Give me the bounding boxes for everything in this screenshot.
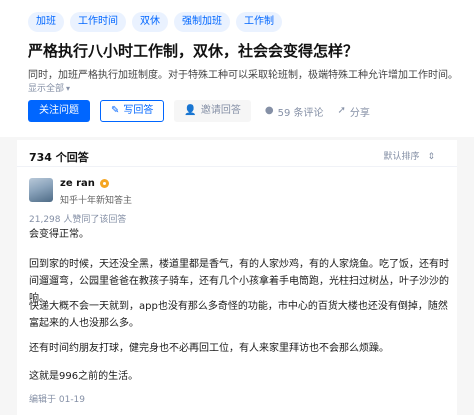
chevron-down-icon: ▾ xyxy=(66,84,71,93)
question-header: 加班 工作时间 双休 强制加班 工作制 严格执行八小时工作制，双休，社会会变得怎… xyxy=(0,0,474,137)
answer-paragraph: 还有时间约朋友打球，健完身也不必再回工位，有人来家里拜访也不会那么烦躁。 xyxy=(29,343,389,354)
question-title: 严格执行八小时工作制，双休，社会会变得怎样？ xyxy=(28,42,359,60)
answer-paragraph: 会变得正常。 xyxy=(29,229,89,240)
topic-tag[interactable]: 加班 xyxy=(28,12,64,32)
author-name-row: ze ran xyxy=(60,178,109,189)
answer-count: 734 个回答 xyxy=(29,151,89,164)
edited-time: 编辑于 01-19 xyxy=(29,395,86,405)
share-icon: ➚ xyxy=(337,105,346,116)
invite-user-icon: 👤 xyxy=(184,105,197,116)
invite-answer-label: 邀请回答 xyxy=(200,105,241,116)
comments-label: 59 条评论 xyxy=(277,107,324,119)
sort-label: 默认排序 xyxy=(383,152,420,162)
topic-tag[interactable]: 工作制 xyxy=(236,12,282,32)
question-actions: 关注问题 ✎ 写回答 👤 邀请回答 ● 59 条评论 ➚ 分享 xyxy=(28,100,370,122)
vote-count: 21,298 人赞同了该回答 xyxy=(29,215,127,225)
topic-tags: 加班 工作时间 双休 强制加班 工作制 xyxy=(28,12,282,32)
chevron-updown-icon: ⇕ xyxy=(427,152,435,162)
follow-question-button[interactable]: 关注问题 xyxy=(28,100,90,122)
topic-tag[interactable]: 工作时间 xyxy=(70,12,126,32)
write-answer-button[interactable]: ✎ 写回答 xyxy=(100,100,165,122)
show-all-label: 显示全部 xyxy=(28,84,65,94)
share-button[interactable]: ➚ 分享 xyxy=(337,104,369,119)
author-name[interactable]: ze ran xyxy=(60,178,95,189)
answer-paragraph: 这就是996之前的生活。 xyxy=(29,371,139,382)
author-bio: 知乎十年新知答主 xyxy=(60,196,133,206)
answer-list: 734 个回答 默认排序 ⇕ ze ran 知乎十年新知答主 21,298 人赞同… xyxy=(17,140,457,415)
share-label: 分享 xyxy=(349,107,370,119)
topic-tag[interactable]: 强制加班 xyxy=(174,12,230,32)
topic-tag[interactable]: 双休 xyxy=(132,12,168,32)
show-all-button[interactable]: 显示全部 ▾ xyxy=(28,81,70,94)
question-excerpt: 同时，加班严格执行加班制度。对于特殊工种可以采取轮班制，极端特殊工种允许增加工作… xyxy=(28,70,458,81)
answer-paragraph: 快递大概不会一天就到，app也没有那么多奇怪的功能，市中心的百货大楼也还没有倒掉… xyxy=(29,301,448,329)
verified-badge-icon xyxy=(99,179,109,188)
comment-icon: ● xyxy=(264,105,274,116)
comments-button[interactable]: ● 59 条评论 xyxy=(265,104,324,119)
write-answer-label: 写回答 xyxy=(123,105,154,116)
avatar[interactable] xyxy=(29,178,53,202)
sort-dropdown[interactable]: 默认排序 ⇕ xyxy=(383,149,435,162)
invite-answer-button[interactable]: 👤 邀请回答 xyxy=(174,100,251,122)
pen-icon: ✎ xyxy=(111,105,120,116)
answer-list-header: 734 个回答 默认排序 ⇕ xyxy=(17,140,457,167)
